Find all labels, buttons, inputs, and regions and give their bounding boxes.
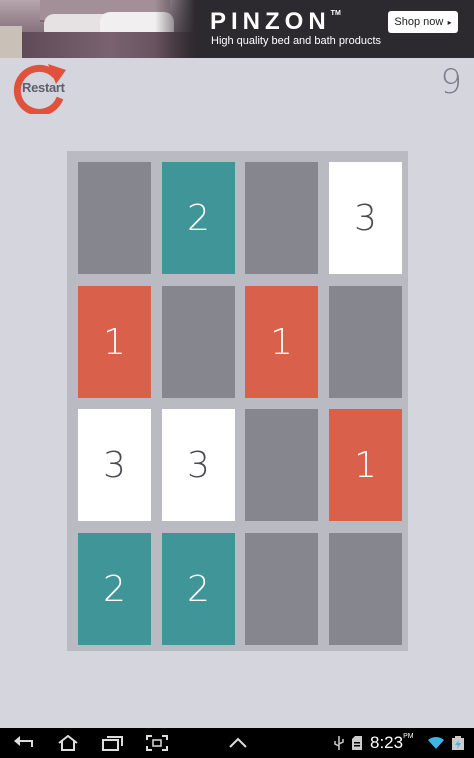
recent-apps-icon[interactable] [100, 735, 124, 751]
number-tile[interactable]: 1 [78, 286, 151, 398]
usb-icon [334, 736, 344, 750]
ad-brand-logo: PINZONTM [210, 8, 341, 35]
restart-button[interactable]: Restart [12, 62, 68, 114]
ad-banner[interactable]: PINZONTM High quality bed and bath produ… [0, 0, 474, 58]
ad-tagline: High quality bed and bath products [211, 35, 382, 47]
empty-tile[interactable] [245, 533, 318, 645]
screenshot-icon[interactable] [146, 735, 168, 751]
back-icon[interactable] [12, 735, 36, 751]
restart-label: Restart [22, 80, 65, 95]
number-tile[interactable]: 2 [78, 533, 151, 645]
battery-icon [452, 736, 464, 750]
empty-tile[interactable] [329, 286, 402, 398]
ad-shop-now-button[interactable]: Shop now ▸ [388, 11, 458, 33]
system-bar: 8:23PM [0, 728, 474, 758]
number-tile[interactable]: 3 [329, 162, 402, 274]
empty-tile[interactable] [245, 162, 318, 274]
home-icon[interactable] [56, 735, 80, 751]
wifi-icon [428, 736, 444, 749]
number-tile[interactable]: 2 [162, 533, 235, 645]
clock: 8:23PM [370, 733, 414, 752]
play-arrow-icon: ▸ [445, 18, 452, 27]
empty-tile[interactable] [162, 286, 235, 398]
number-tile[interactable]: 3 [78, 409, 151, 521]
ad-bedroom-image [0, 0, 195, 58]
empty-tile[interactable] [329, 533, 402, 645]
number-tile[interactable]: 2 [162, 162, 235, 274]
number-tile[interactable]: 1 [329, 409, 402, 521]
menu-up-icon[interactable] [228, 735, 248, 751]
score: 9 [440, 62, 462, 102]
number-tile[interactable]: 3 [162, 409, 235, 521]
number-tile[interactable]: 1 [245, 286, 318, 398]
empty-tile[interactable] [78, 162, 151, 274]
game-board: 231133122 [67, 151, 408, 651]
empty-tile[interactable] [245, 409, 318, 521]
sd-card-icon [352, 736, 362, 750]
